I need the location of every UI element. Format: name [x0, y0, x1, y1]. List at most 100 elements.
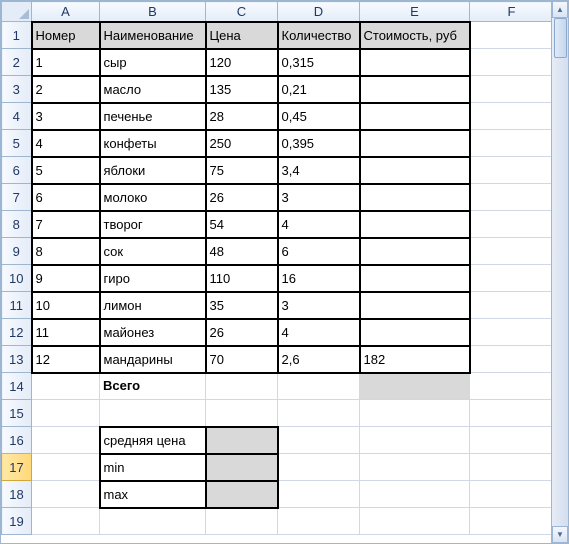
cell-A4[interactable]: 3 [32, 103, 100, 130]
row-header-4[interactable]: 4 [2, 103, 32, 130]
cell-F10[interactable] [470, 265, 554, 292]
cell-C15[interactable] [206, 400, 278, 427]
cell-D9[interactable]: 6 [278, 238, 360, 265]
cell-B4[interactable]: печенье [100, 103, 206, 130]
cell-E7[interactable] [360, 184, 470, 211]
cell-D1[interactable]: Количество [278, 22, 360, 49]
cell-A5[interactable]: 4 [32, 130, 100, 157]
select-all-corner[interactable] [2, 2, 32, 22]
cell-B3[interactable]: масло [100, 76, 206, 103]
cell-C6[interactable]: 75 [206, 157, 278, 184]
row-header-14[interactable]: 14 [2, 373, 32, 400]
cell-D17[interactable] [278, 454, 360, 481]
cell-E17[interactable] [360, 454, 470, 481]
cell-C18[interactable] [206, 481, 278, 508]
cell-F4[interactable] [470, 103, 554, 130]
cell-F1[interactable] [470, 22, 554, 49]
cell-F14[interactable] [470, 373, 554, 400]
cell-D19[interactable] [278, 508, 360, 535]
scroll-up-button[interactable]: ▲ [552, 1, 568, 18]
cell-C17[interactable] [206, 454, 278, 481]
cell-F8[interactable] [470, 211, 554, 238]
cell-A1[interactable]: Номер [32, 22, 100, 49]
cell-D11[interactable]: 3 [278, 292, 360, 319]
row-header-6[interactable]: 6 [2, 157, 32, 184]
cell-B16[interactable]: средняя цена [100, 427, 206, 454]
cell-E10[interactable] [360, 265, 470, 292]
cell-A10[interactable]: 9 [32, 265, 100, 292]
cell-D16[interactable] [278, 427, 360, 454]
cell-A6[interactable]: 5 [32, 157, 100, 184]
cell-F11[interactable] [470, 292, 554, 319]
cell-E15[interactable] [360, 400, 470, 427]
cell-E18[interactable] [360, 481, 470, 508]
cell-C16[interactable] [206, 427, 278, 454]
row-header-15[interactable]: 15 [2, 400, 32, 427]
cell-A17[interactable] [32, 454, 100, 481]
col-header-B[interactable]: B [100, 2, 206, 22]
cell-B13[interactable]: мандарины [100, 346, 206, 373]
cell-A2[interactable]: 1 [32, 49, 100, 76]
cell-C1[interactable]: Цена [206, 22, 278, 49]
cell-E6[interactable] [360, 157, 470, 184]
cell-D7[interactable]: 3 [278, 184, 360, 211]
cell-D5[interactable]: 0,395 [278, 130, 360, 157]
row-header-13[interactable]: 13 [2, 346, 32, 373]
cell-F6[interactable] [470, 157, 554, 184]
cell-C11[interactable]: 35 [206, 292, 278, 319]
cell-C10[interactable]: 110 [206, 265, 278, 292]
cell-F3[interactable] [470, 76, 554, 103]
cell-E5[interactable] [360, 130, 470, 157]
cell-E2[interactable] [360, 49, 470, 76]
cell-C7[interactable]: 26 [206, 184, 278, 211]
cell-D2[interactable]: 0,315 [278, 49, 360, 76]
row-header-11[interactable]: 11 [2, 292, 32, 319]
cell-D18[interactable] [278, 481, 360, 508]
cell-A14[interactable] [32, 373, 100, 400]
cell-A8[interactable]: 7 [32, 211, 100, 238]
cell-B8[interactable]: творог [100, 211, 206, 238]
cell-D6[interactable]: 3,4 [278, 157, 360, 184]
cell-C14[interactable] [206, 373, 278, 400]
col-header-E[interactable]: E [360, 2, 470, 22]
col-header-D[interactable]: D [278, 2, 360, 22]
cell-C12[interactable]: 26 [206, 319, 278, 346]
cell-D4[interactable]: 0,45 [278, 103, 360, 130]
cell-E8[interactable] [360, 211, 470, 238]
cell-E3[interactable] [360, 76, 470, 103]
cell-F12[interactable] [470, 319, 554, 346]
cell-F15[interactable] [470, 400, 554, 427]
cell-C4[interactable]: 28 [206, 103, 278, 130]
cell-C2[interactable]: 120 [206, 49, 278, 76]
cell-F9[interactable] [470, 238, 554, 265]
cell-C19[interactable] [206, 508, 278, 535]
cell-B15[interactable] [100, 400, 206, 427]
cell-A15[interactable] [32, 400, 100, 427]
cell-F2[interactable] [470, 49, 554, 76]
cell-C13[interactable]: 70 [206, 346, 278, 373]
row-header-5[interactable]: 5 [2, 130, 32, 157]
cell-E4[interactable] [360, 103, 470, 130]
row-header-2[interactable]: 2 [2, 49, 32, 76]
row-header-9[interactable]: 9 [2, 238, 32, 265]
cell-E12[interactable] [360, 319, 470, 346]
cell-B7[interactable]: молоко [100, 184, 206, 211]
cell-C8[interactable]: 54 [206, 211, 278, 238]
cell-C9[interactable]: 48 [206, 238, 278, 265]
spreadsheet-viewport[interactable]: A B C D E F 1 Номер Наименование Цена Ко… [0, 0, 569, 544]
scroll-thumb[interactable] [554, 18, 567, 58]
vertical-scrollbar[interactable]: ▲ ▼ [551, 1, 568, 543]
cell-D15[interactable] [278, 400, 360, 427]
row-header-19[interactable]: 19 [2, 508, 32, 535]
cell-B10[interactable]: гиро [100, 265, 206, 292]
cell-D13[interactable]: 2,6 [278, 346, 360, 373]
cell-B5[interactable]: конфеты [100, 130, 206, 157]
cell-A11[interactable]: 10 [32, 292, 100, 319]
cell-B6[interactable]: яблоки [100, 157, 206, 184]
cell-E16[interactable] [360, 427, 470, 454]
col-header-C[interactable]: C [206, 2, 278, 22]
row-header-1[interactable]: 1 [2, 22, 32, 49]
cell-A18[interactable] [32, 481, 100, 508]
cell-B9[interactable]: сок [100, 238, 206, 265]
cell-F17[interactable] [470, 454, 554, 481]
